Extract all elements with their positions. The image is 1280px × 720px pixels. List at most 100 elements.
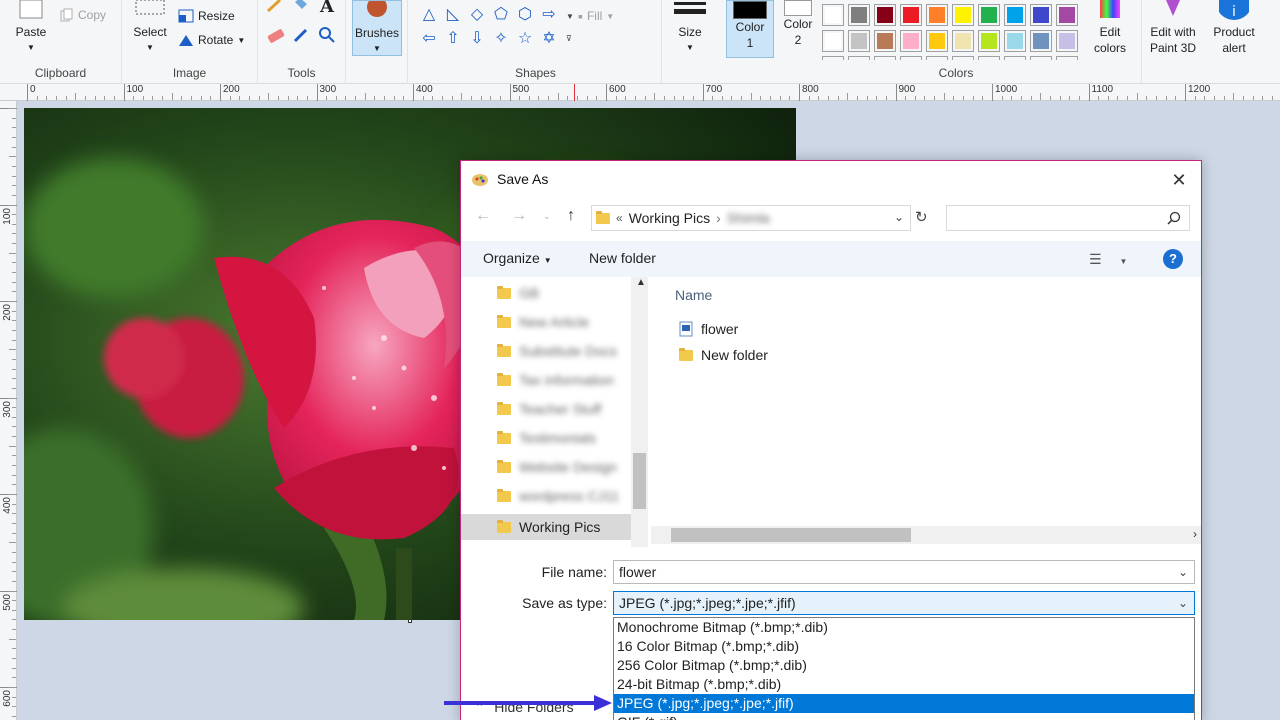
left-arrow-shape-icon[interactable]: ⇦ <box>418 28 440 50</box>
star-shape-icon[interactable]: ☆ <box>514 28 536 50</box>
save-type-option[interactable]: 24-bit Bitmap (*.bmp;*.dib) <box>614 675 1194 694</box>
custom-color-swatch[interactable] <box>1056 56 1078 60</box>
custom-color-swatch[interactable] <box>926 56 948 60</box>
size-dropdown-icon[interactable]: ▼ <box>666 40 714 56</box>
shapes-scroll-icon[interactable]: ▼ <box>566 12 574 21</box>
scroll-up-icon[interactable]: ▲ <box>636 277 646 288</box>
breadcrumb-chevron-icon[interactable]: › <box>716 210 721 226</box>
eraser-icon[interactable] <box>266 28 286 44</box>
right-arrow-shape-icon[interactable]: ⇨ <box>538 4 560 26</box>
color-swatch[interactable] <box>848 30 870 52</box>
organize-button[interactable]: Organize ▼ <box>483 250 552 266</box>
save-type-option[interactable]: Monochrome Bitmap (*.bmp;*.dib) <box>614 618 1194 637</box>
file-name-input[interactable]: flower ⌄ <box>613 560 1195 584</box>
color-swatch[interactable] <box>926 30 948 52</box>
tree-scrollbar[interactable]: ▲ <box>631 277 648 547</box>
color-swatch[interactable] <box>874 30 896 52</box>
color-swatch[interactable] <box>1056 4 1078 26</box>
custom-color-swatch[interactable] <box>822 56 844 60</box>
color-swatch[interactable] <box>926 4 948 26</box>
six-point-star-shape-icon[interactable]: ✡ <box>538 28 560 50</box>
pentagon-shape-icon[interactable]: ⬠ <box>490 4 512 26</box>
color-swatch[interactable] <box>874 4 896 26</box>
breadcrumb-subfolder[interactable]: Shimla <box>727 210 770 226</box>
color-swatch[interactable] <box>1030 4 1052 26</box>
color-swatch[interactable] <box>1004 30 1026 52</box>
paste-dropdown-icon[interactable]: ▼ <box>8 40 54 56</box>
new-folder-button[interactable]: New folder <box>589 250 656 266</box>
color-swatch[interactable] <box>822 4 844 26</box>
color-swatch[interactable] <box>1030 30 1052 52</box>
diamond-shape-icon[interactable]: ◇ <box>466 4 488 26</box>
rotate-dropdown-icon[interactable]: ▼ <box>237 36 245 45</box>
four-point-star-shape-icon[interactable]: ✧ <box>490 28 512 50</box>
right-triangle-shape-icon[interactable]: ◺ <box>442 4 464 26</box>
tree-item[interactable]: GB <box>497 282 539 304</box>
magnifier-icon[interactable] <box>318 26 336 44</box>
breadcrumb-overflow[interactable]: « <box>616 211 623 225</box>
custom-color-swatch[interactable] <box>900 56 922 60</box>
search-input[interactable] <box>946 205 1190 231</box>
custom-color-swatch[interactable] <box>874 56 896 60</box>
back-arrow-icon[interactable]: ← <box>475 207 491 225</box>
fill-button[interactable]: ▪ Fill ▼ <box>578 8 614 24</box>
hscroll-thumb[interactable] <box>671 528 911 542</box>
down-arrow-shape-icon[interactable]: ⇩ <box>466 28 488 50</box>
shapes-gallery[interactable]: △ ◺ ◇ ⬠ ⬡ ⇨ ⇦ ⇧ ⇩ ✧ ☆ ✡ <box>414 0 564 56</box>
file-item-new-folder[interactable]: New folder <box>679 347 768 363</box>
shapes-expand-icon[interactable]: ⊽ <box>566 34 572 43</box>
up-arrow-icon[interactable]: ↑ <box>567 207 575 225</box>
text-tool-icon[interactable]: A <box>320 0 334 17</box>
file-list-hscrollbar[interactable]: › <box>651 526 1201 544</box>
custom-color-swatch[interactable] <box>1004 56 1026 60</box>
product-alert-button[interactable]: i Product alert <box>1206 0 1262 56</box>
recent-locations-icon[interactable]: ⌄ <box>543 211 551 222</box>
custom-color-swatch[interactable] <box>978 56 1000 60</box>
edit-colors-button[interactable]: Edit colors <box>1086 0 1134 56</box>
tree-scroll-thumb[interactable] <box>633 453 646 509</box>
tree-item[interactable]: wordpress CJ11 <box>497 485 619 507</box>
tree-item[interactable]: Testimonials <box>497 427 596 449</box>
color-swatch[interactable] <box>952 4 974 26</box>
tree-item[interactable]: Teacher Stuff <box>497 398 601 420</box>
scroll-right-icon[interactable]: › <box>1193 527 1197 541</box>
rotate-button[interactable]: Rotate ▼ <box>178 33 245 47</box>
paste-button[interactable]: Paste ▼ <box>8 0 54 56</box>
color-picker-icon[interactable] <box>292 26 310 44</box>
brushes-button[interactable]: Brushes ▼ <box>352 0 402 56</box>
save-type-option[interactable]: GIF (*.gif) <box>614 713 1194 720</box>
size-button[interactable]: Size ▼ <box>666 0 714 56</box>
save-type-option[interactable]: JPEG (*.jpg;*.jpeg;*.jpe;*.jfif) <box>614 694 1194 713</box>
custom-color-swatch[interactable] <box>848 56 870 60</box>
refresh-icon[interactable]: ↻ <box>915 208 928 226</box>
save-type-option[interactable]: 256 Color Bitmap (*.bmp;*.dib) <box>614 656 1194 675</box>
triangle-shape-icon[interactable]: △ <box>418 4 440 26</box>
up-arrow-shape-icon[interactable]: ⇧ <box>442 28 464 50</box>
tree-item[interactable]: Website Design <box>497 456 617 478</box>
color-swatch[interactable] <box>1004 4 1026 26</box>
file-item-flower[interactable]: flower <box>679 321 738 337</box>
edit-paint3d-button[interactable]: Edit with Paint 3D <box>1144 0 1202 56</box>
help-icon[interactable]: ? <box>1163 249 1183 269</box>
pencil-icon[interactable] <box>266 0 284 12</box>
column-header-name[interactable]: Name <box>675 287 712 303</box>
save-type-dropdown-icon[interactable]: ⌄ <box>1178 592 1188 614</box>
copy-button[interactable]: Copy <box>60 8 106 22</box>
address-dropdown-icon[interactable]: ⌄ <box>894 210 904 224</box>
save-type-option[interactable]: 16 Color Bitmap (*.bmp;*.dib) <box>614 637 1194 656</box>
file-name-dropdown-icon[interactable]: ⌄ <box>1178 561 1188 583</box>
tree-item[interactable]: New Article <box>497 311 589 333</box>
tree-item[interactable]: Working Pics <box>461 514 631 540</box>
resize-button[interactable]: Resize <box>178 9 235 23</box>
color-swatch[interactable] <box>848 4 870 26</box>
color-swatch[interactable] <box>978 30 1000 52</box>
color1-button[interactable]: Color 1 <box>726 0 774 58</box>
select-button[interactable]: Select ▼ <box>128 0 172 56</box>
brushes-dropdown-icon[interactable]: ▼ <box>353 41 401 57</box>
breadcrumb-working-pics[interactable]: Working Pics <box>629 210 710 226</box>
color-swatch[interactable] <box>952 30 974 52</box>
forward-arrow-icon[interactable]: → <box>511 207 527 225</box>
hexagon-shape-icon[interactable]: ⬡ <box>514 4 536 26</box>
view-options-button[interactable]: ☰ ▼ <box>1089 251 1127 268</box>
save-type-select[interactable]: JPEG (*.jpg;*.jpeg;*.jpe;*.jfif) ⌄ <box>613 591 1195 615</box>
